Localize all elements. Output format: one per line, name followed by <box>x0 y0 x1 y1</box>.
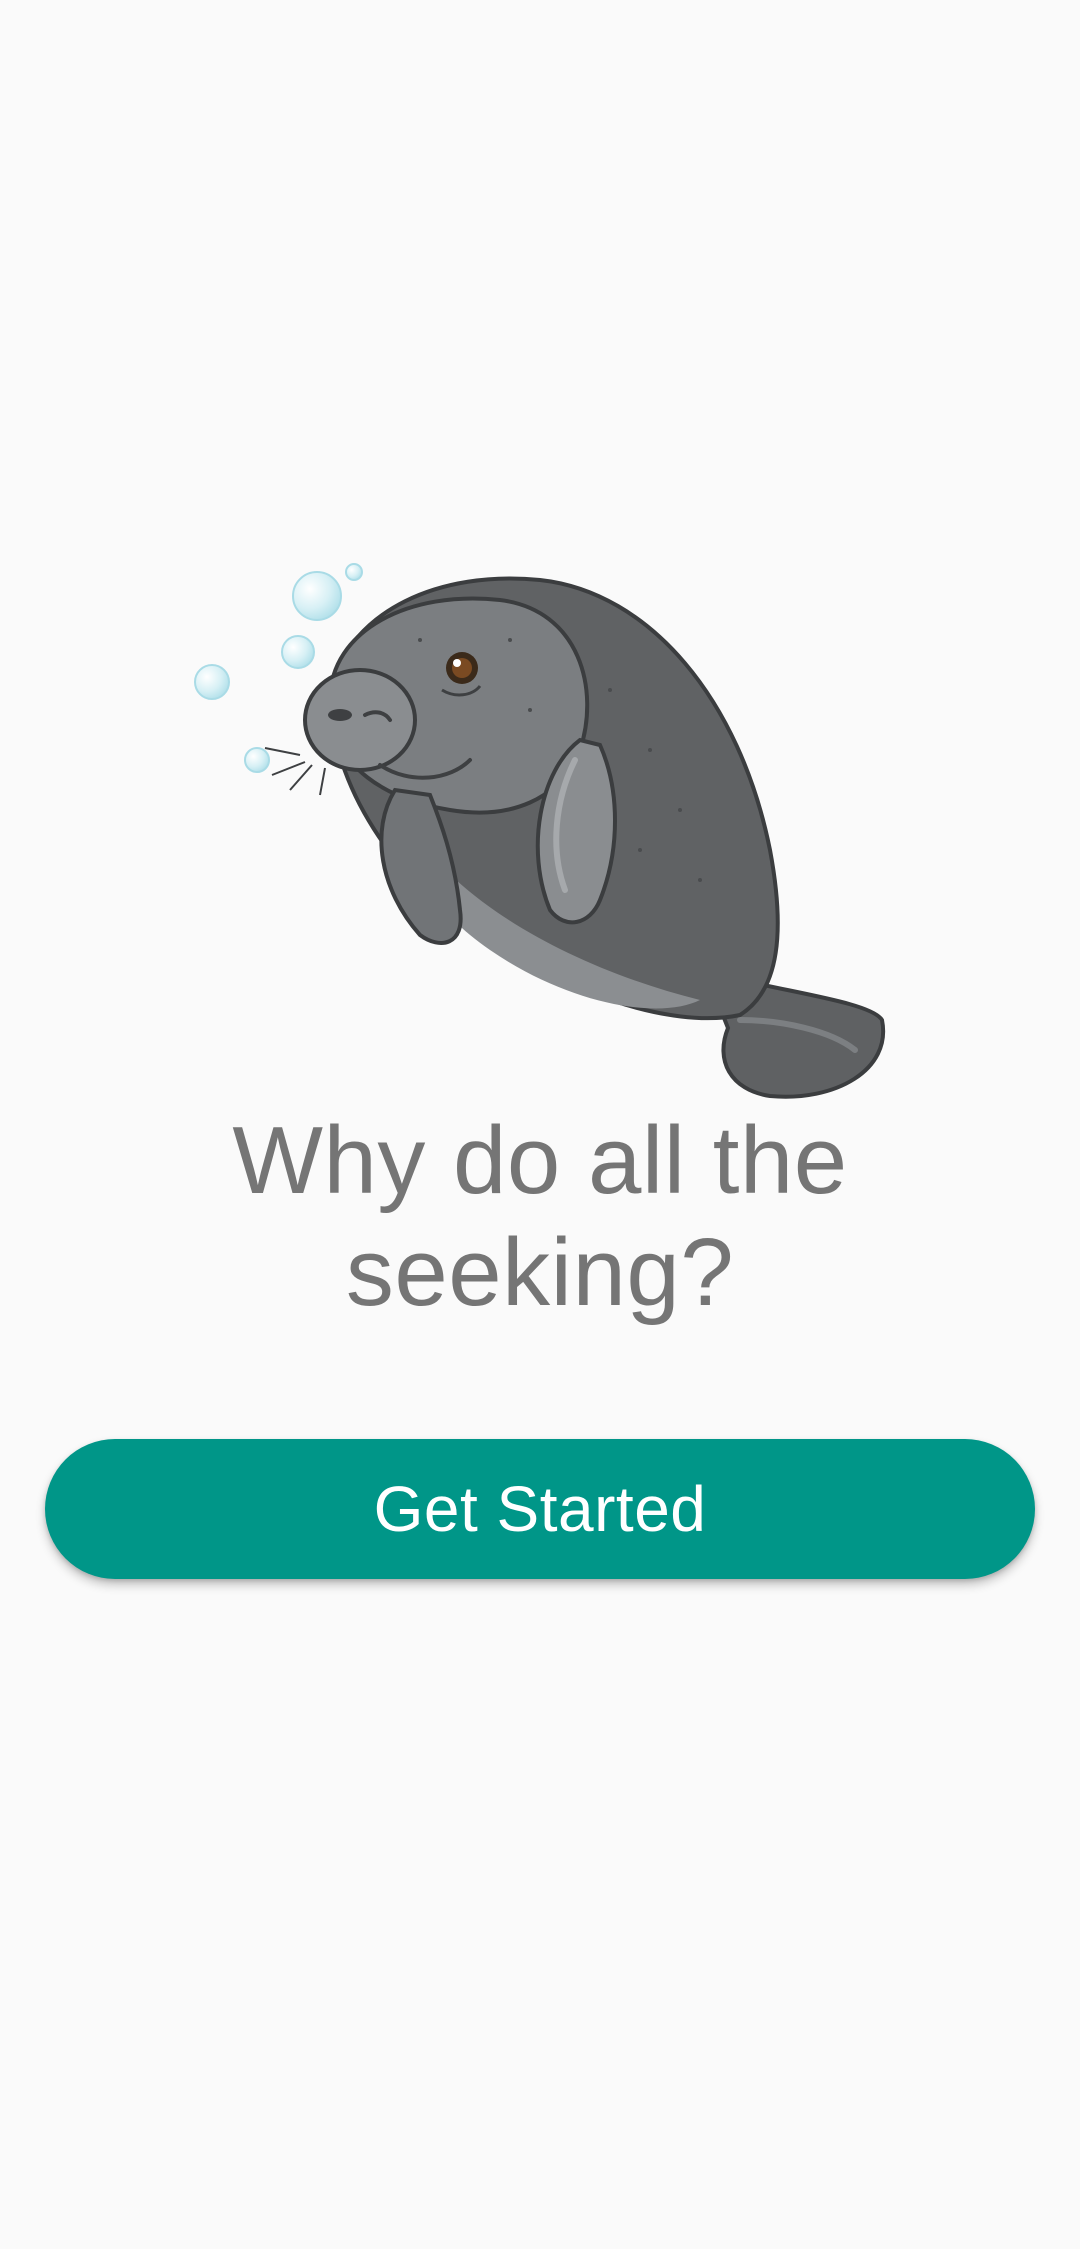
get-started-button[interactable]: Get Started <box>45 1439 1035 1579</box>
manatee-illustration <box>180 550 900 1110</box>
headline-line-2: seeking? <box>345 1219 735 1326</box>
onboarding-screen: Why do all the seeking? Get Started <box>0 0 1080 2249</box>
manatee-icon <box>194 563 886 1099</box>
headline-line-1: Why do all the <box>232 1107 848 1214</box>
onboarding-headline: Why do all the seeking? <box>90 1105 990 1329</box>
